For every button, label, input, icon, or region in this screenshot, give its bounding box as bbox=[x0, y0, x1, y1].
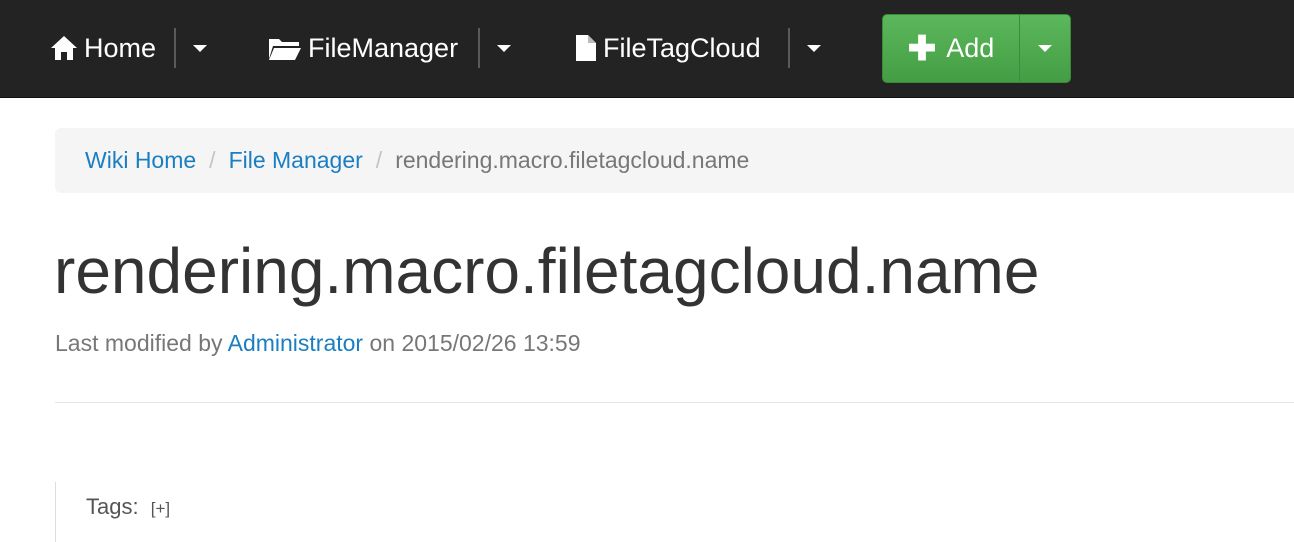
nav-divider bbox=[788, 28, 790, 68]
folder-open-icon bbox=[268, 35, 302, 61]
add-label: Add bbox=[946, 33, 995, 63]
breadcrumb-separator: / bbox=[209, 147, 216, 173]
page-title: rendering.macro.filetagcloud.name bbox=[54, 235, 1040, 307]
nav-file-tag-cloud-label: FileTagCloud bbox=[603, 32, 761, 63]
caret-down-icon bbox=[1038, 45, 1052, 52]
modified-date: on 2015/02/26 13:59 bbox=[369, 330, 581, 356]
breadcrumb-file-manager[interactable]: File Manager bbox=[229, 147, 363, 174]
breadcrumb-separator: / bbox=[375, 147, 383, 173]
nav-file-manager-button[interactable]: FileManager bbox=[268, 24, 458, 72]
caret-down-icon bbox=[807, 44, 821, 52]
tags-label: Tags: bbox=[86, 494, 139, 519]
last-modified-info: Last modified by Administrator on 2015/0… bbox=[55, 330, 581, 357]
tags-section: Tags: [+] bbox=[86, 494, 170, 520]
breadcrumb-current: rendering.macro.filetagcloud.name bbox=[395, 147, 750, 173]
breadcrumb-wiki-home[interactable]: Wiki Home bbox=[85, 147, 196, 174]
top-navbar: Home FileManager FileTagCloud ✚ Add bbox=[0, 0, 1294, 98]
file-icon bbox=[575, 34, 597, 62]
nav-divider bbox=[478, 28, 480, 68]
nav-file-tag-cloud-button[interactable]: FileTagCloud bbox=[575, 24, 761, 72]
breadcrumb: Wiki Home / File Manager / rendering.mac… bbox=[55, 128, 1294, 193]
nav-file-manager-label: FileManager bbox=[308, 32, 459, 63]
plus-icon: ✚ bbox=[907, 29, 937, 68]
caret-down-icon bbox=[193, 44, 207, 52]
home-dropdown-toggle[interactable] bbox=[184, 30, 216, 66]
add-button[interactable]: ✚ Add bbox=[883, 15, 1020, 82]
add-tag-link[interactable]: [+] bbox=[151, 499, 170, 518]
add-button-group: ✚ Add bbox=[882, 14, 1071, 83]
file-manager-dropdown-toggle[interactable] bbox=[488, 30, 520, 66]
author-link[interactable]: Administrator bbox=[228, 330, 363, 356]
nav-divider bbox=[174, 28, 176, 68]
home-icon bbox=[50, 35, 78, 61]
nav-home-button[interactable]: Home bbox=[50, 24, 156, 72]
caret-down-icon bbox=[497, 44, 511, 52]
tags-panel: Tags: [+] bbox=[55, 482, 1294, 542]
file-tag-cloud-dropdown-toggle[interactable] bbox=[798, 30, 830, 66]
content-divider bbox=[55, 402, 1294, 403]
nav-home-label: Home bbox=[84, 32, 157, 63]
modified-prefix: Last modified by bbox=[55, 330, 223, 356]
add-dropdown-toggle[interactable] bbox=[1020, 15, 1070, 82]
